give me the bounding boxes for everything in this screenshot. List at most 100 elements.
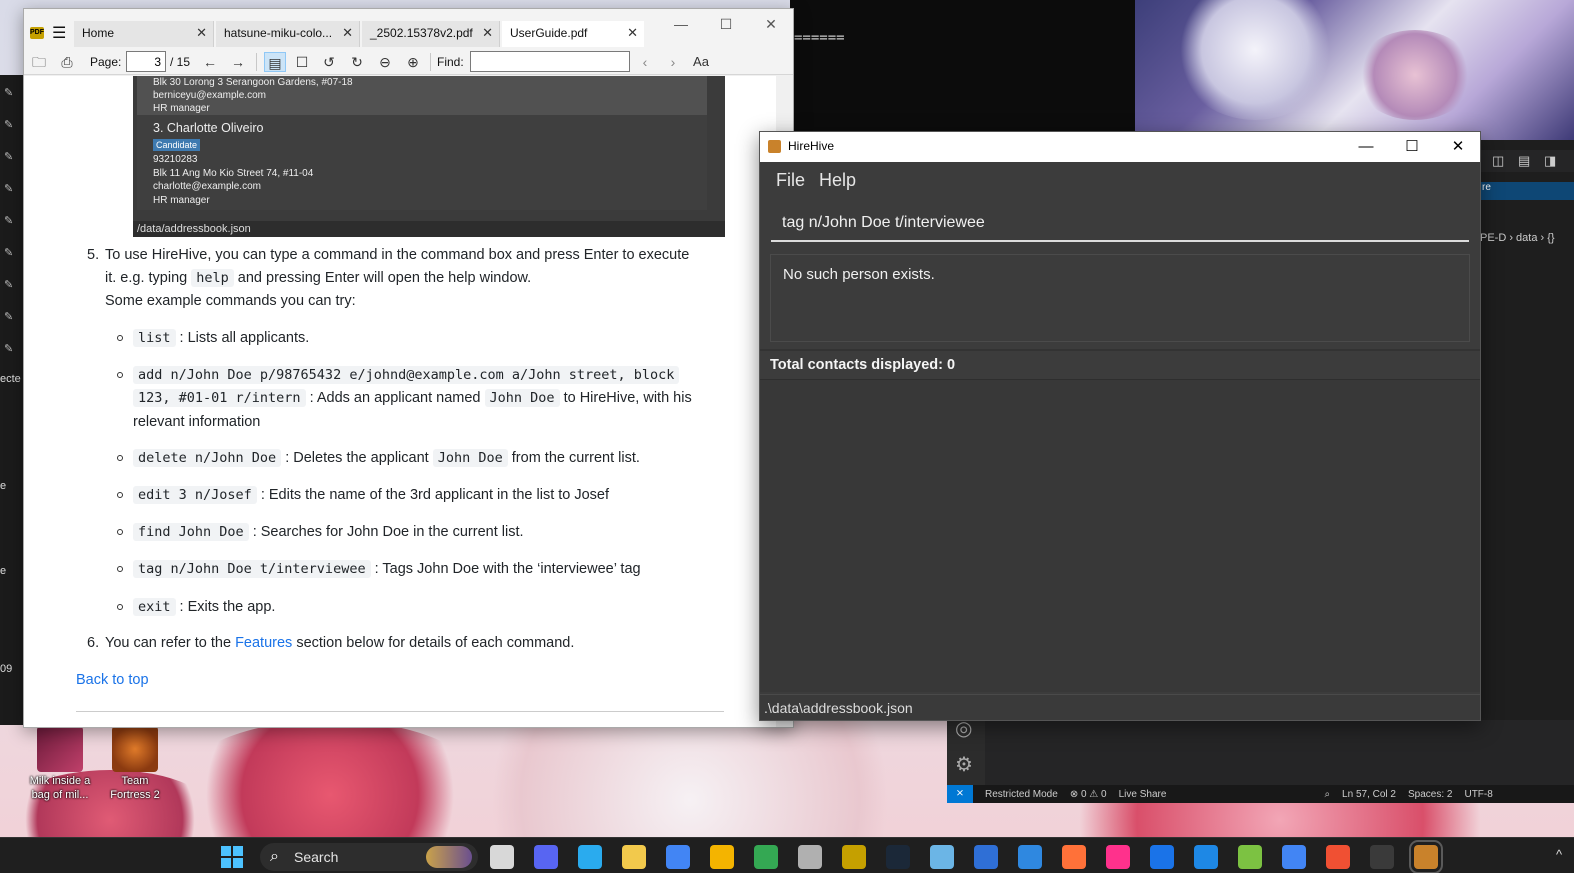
vscode-status-bar: ⨯ Restricted Mode ⊗ 0 ⚠ 0 Live Share ⌕ L…: [947, 785, 1574, 803]
layout-icon[interactable]: ▤: [1518, 153, 1530, 169]
pdf-xchange-icon[interactable]: [842, 845, 866, 869]
text-size-icon[interactable]: Aa: [690, 52, 712, 72]
g-app-icon[interactable]: [1282, 845, 1306, 869]
window-title: HireHive: [788, 139, 835, 153]
list-item: find John Doe : Searches for John Doe in…: [133, 521, 524, 544]
list-item-text: : Exits the app.: [179, 599, 276, 615]
notepad-icon[interactable]: [974, 845, 998, 869]
features-link[interactable]: Features: [235, 635, 292, 651]
step-number: 6.: [87, 635, 100, 651]
chevron-up-icon[interactable]: ^: [1556, 847, 1562, 862]
maps-icon[interactable]: [1150, 845, 1174, 869]
start-button-windows-icon[interactable]: [221, 846, 243, 868]
find-next-icon[interactable]: ›: [662, 52, 684, 72]
discord-icon[interactable]: [534, 845, 558, 869]
close-icon[interactable]: ✕: [482, 21, 493, 45]
layout-icon[interactable]: ◫: [1492, 153, 1504, 169]
app-icon[interactable]: [798, 845, 822, 869]
close-icon[interactable]: ✕: [342, 21, 353, 45]
page-total: / 15: [170, 55, 191, 69]
remote-indicator-icon[interactable]: ⨯: [947, 785, 973, 803]
tab-home[interactable]: Home ✕: [74, 21, 214, 47]
back-to-top-link[interactable]: Back to top: [76, 669, 149, 692]
firefox-icon[interactable]: [1062, 845, 1086, 869]
page-number-input[interactable]: [126, 51, 166, 72]
terminal-icon[interactable]: [1370, 845, 1394, 869]
live-share-status[interactable]: Live Share: [1119, 789, 1167, 800]
step-text: To use HireHive, you can type a command …: [105, 247, 690, 263]
tab-hatsune-miku[interactable]: hatsune-miku-colo... ✕: [216, 21, 360, 47]
pin-icon: ✎: [4, 183, 14, 195]
restricted-mode-status[interactable]: Restricted Mode: [985, 789, 1058, 800]
screenshot-contact-card: 3. Charlotte Oliveiro Candidate 93210283…: [137, 115, 707, 210]
side-text-fragment: 09: [0, 663, 13, 675]
zoom-out-icon[interactable]: ⊖: [374, 52, 396, 72]
close-window-button[interactable]: ✕: [756, 13, 786, 37]
rotate-left-icon[interactable]: ↺: [318, 52, 340, 72]
list-item: delete n/John Doe : Deletes the applican…: [133, 447, 640, 470]
candidate-badge: Candidate: [153, 139, 201, 151]
find-previous-icon[interactable]: ‹: [634, 52, 656, 72]
vscode-icon[interactable]: [1018, 845, 1042, 869]
tab-userguide[interactable]: UserGuide.pdf ✕: [502, 21, 644, 47]
chrome-beta-icon[interactable]: [754, 845, 778, 869]
inline-code: tag n/John Doe t/interviewee: [133, 560, 371, 578]
settings-gear-icon[interactable]: ⚙: [955, 752, 973, 777]
bluestacks-icon[interactable]: [1238, 845, 1262, 869]
layout-icon[interactable]: ◨: [1544, 153, 1556, 169]
close-window-button[interactable]: ✕: [1438, 135, 1478, 159]
desktop-icon-label: Milk inside a bag of mil...: [29, 775, 91, 801]
command-input[interactable]: tag n/John Doe t/interviewee: [771, 206, 1469, 242]
print-icon[interactable]: ⎙: [56, 52, 78, 72]
desktop-icon-milk[interactable]: Milk inside a bag of mil...: [29, 726, 91, 802]
minimize-button[interactable]: —: [1346, 135, 1386, 159]
next-page-arrow-icon[interactable]: →: [227, 52, 249, 72]
cursor-position-status[interactable]: Ln 57, Col 2: [1342, 789, 1396, 800]
m-app-icon[interactable]: [1194, 845, 1218, 869]
continuous-view-icon[interactable]: ▤: [264, 52, 286, 72]
find-input[interactable]: [470, 51, 630, 72]
problems-status[interactable]: ⊗ 0 ⚠ 0: [1070, 789, 1107, 800]
maximize-button[interactable]: ☐: [1392, 135, 1432, 159]
contacts-count-label: Total contacts displayed: 0: [770, 357, 956, 373]
single-page-view-icon[interactable]: ☐: [291, 52, 313, 72]
toolbar-divider: [430, 53, 431, 71]
rotate-right-icon[interactable]: ↻: [346, 52, 368, 72]
minimize-button[interactable]: —: [666, 13, 696, 37]
zoom-in-icon[interactable]: ⊕: [402, 52, 424, 72]
intellij-icon[interactable]: [1106, 845, 1130, 869]
close-icon[interactable]: ✕: [627, 21, 638, 45]
hirehive-title-bar: HireHive — ☐ ✕: [760, 132, 1480, 162]
maximize-button[interactable]: ☐: [711, 13, 741, 37]
menu-file[interactable]: File: [776, 170, 805, 191]
indentation-status[interactable]: Spaces: 2: [1408, 789, 1452, 800]
taskbar-search-box[interactable]: ⌕ Search: [260, 843, 478, 871]
vscode-tab-fragment[interactable]: re: [1480, 182, 1574, 200]
menu-help[interactable]: Help: [819, 170, 856, 191]
encoding-status[interactable]: UTF-8: [1464, 789, 1492, 800]
file-explorer-icon[interactable]: [622, 845, 646, 869]
close-icon[interactable]: ✕: [196, 21, 207, 45]
vscode-layout-controls[interactable]: ◫ ▤ ◨: [1480, 150, 1574, 172]
photos-app-icon[interactable]: [930, 845, 954, 869]
git-icon[interactable]: [1326, 845, 1350, 869]
desktop-icon-tf2[interactable]: Team Fortress 2: [104, 726, 166, 802]
tab-arxiv-pdf[interactable]: _2502.15378v2.pdf ✕: [362, 21, 500, 47]
zoom-icon[interactable]: ⌕: [1324, 789, 1330, 800]
page-label: Page:: [90, 55, 122, 69]
previous-page-arrow-icon[interactable]: ←: [199, 52, 221, 72]
photos-icon[interactable]: [490, 845, 514, 869]
steam-icon[interactable]: [886, 845, 910, 869]
pdf-page-content: Blk 30 Lorong 3 Serangoon Gardens, #07-1…: [24, 76, 776, 727]
vscode-breadcrumb[interactable]: PE-D › data › {}: [1480, 232, 1555, 244]
inline-code: exit: [133, 598, 176, 616]
contacts-list-panel[interactable]: [760, 380, 1480, 692]
chrome-canary-icon[interactable]: [710, 845, 734, 869]
inline-code: delete n/John Doe: [133, 449, 282, 467]
hirehive-icon[interactable]: [1409, 840, 1443, 873]
open-folder-icon[interactable]: 🗀: [28, 52, 50, 72]
chrome-icon[interactable]: [666, 845, 690, 869]
hamburger-menu-icon[interactable]: ☰: [52, 23, 66, 43]
list-item: tag n/John Doe t/interviewee : Tags John…: [133, 558, 641, 581]
telegram-icon[interactable]: [578, 845, 602, 869]
